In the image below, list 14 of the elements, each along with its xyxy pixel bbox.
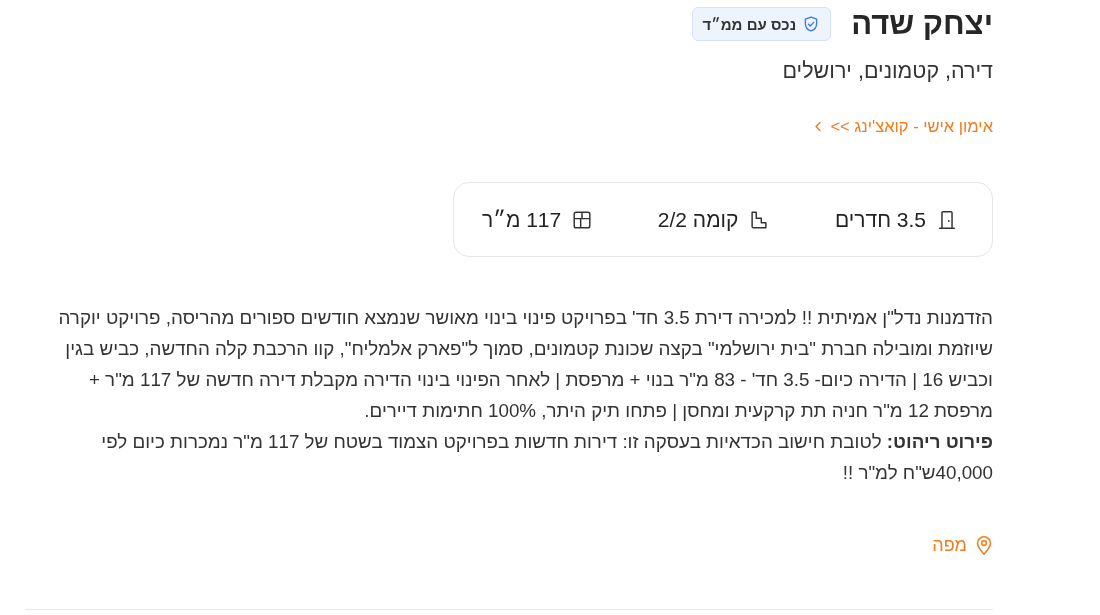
listing-location: דירה, קטמונים, ירושלים bbox=[781, 58, 993, 84]
property-stat: 3.5 חדרים bbox=[835, 206, 926, 233]
property-stat: קומה 2/2 bbox=[657, 206, 739, 233]
coaching-link[interactable]: אימון אישי - קואצ'ינג >> bbox=[814, 115, 993, 137]
map-link[interactable]: מפה bbox=[932, 533, 993, 557]
floor-plan-icon bbox=[571, 208, 594, 231]
chevron-icon bbox=[814, 120, 823, 132]
listing-title: יצחק שדה bbox=[851, 6, 993, 42]
description-paragraph: פירוט ריהוט: לטובת חישוב הכדאיות בעסקה זו: דירות חדשות בפרויקט הצמוד בשטח של 117 מ"ר נמכרות כיום לפי 40,000ש"ח למ"ר !! bbox=[100, 430, 993, 485]
description-paragraph: הזדמנות נדל"ן אמיתית !! למכירה דירת 3.5 חד' בפרויקט פינוי בינוי מאושר שנמצא חודשים ספורים מהריסה, פרויקט יוקרה שיוזמת ומובילה חברת "בית ירושלמי" בקצה שכונת קטמונים, סמוך ל"פארק אלמליח", קוו הרכבת קלה החדשה, כביש בגין וכביש 16 | הדירה כיום- 3.5 חד' - 83 מ"ר בנוי + מרפסת | לאחר הפינוי בינוי הדירה מקבלת דירה חדשה של 117 מ"ר + מרפסת 12 מ"ר חניה תת קרקעית ומחסן | פתחו תיק היתר, 100% חתימות דיירים. bbox=[57, 306, 993, 423]
door-icon bbox=[936, 208, 958, 231]
map-pin-icon bbox=[975, 534, 993, 556]
safe-room-label: נכס עם ממ״ד bbox=[702, 15, 797, 33]
property-stat: 117 מ״ר bbox=[482, 206, 562, 233]
